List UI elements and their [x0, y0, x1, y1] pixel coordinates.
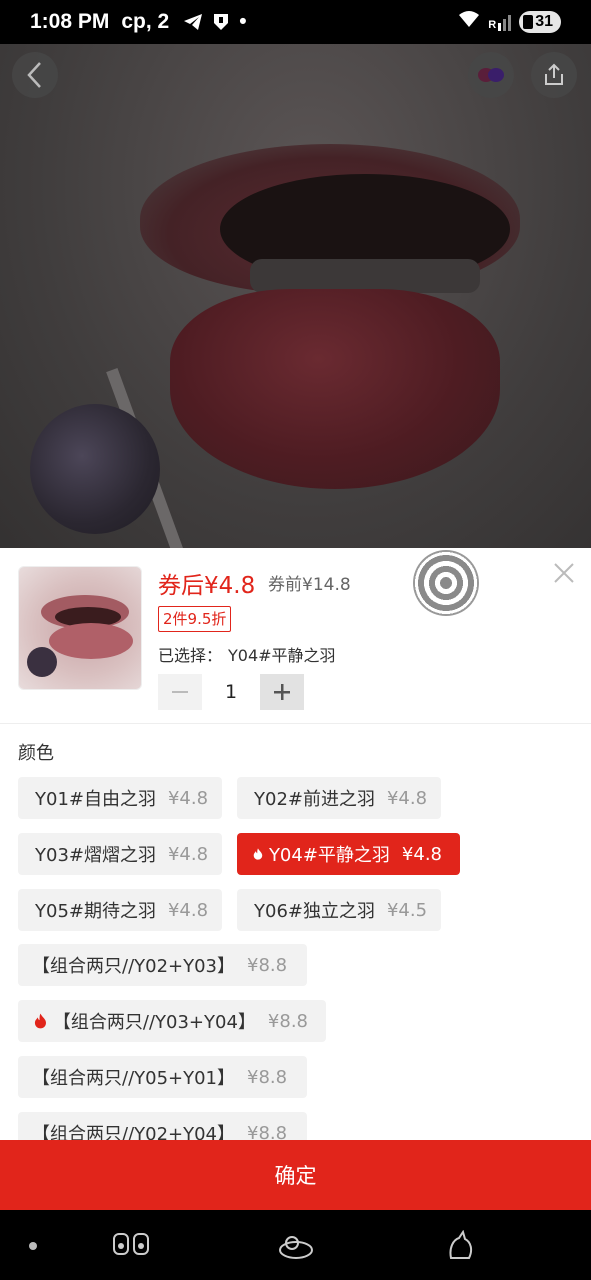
cat-bed-icon[interactable] — [278, 1230, 314, 1260]
option-y02[interactable]: Y02#前进之羽 ¥4.8 — [237, 777, 441, 819]
roaming-label: R — [488, 19, 497, 31]
quantity-value[interactable]: 1 — [202, 681, 260, 703]
paws-icon[interactable] — [112, 1230, 149, 1260]
price-before-coupon: 券前¥14.8 — [268, 575, 351, 595]
chevron-left-icon — [27, 62, 41, 88]
option-name: Y03#熠熠之羽 — [35, 845, 156, 866]
option-combo-y05-y01[interactable]: 【组合两只//Y05+Y01】 ¥8.8 — [18, 1056, 307, 1098]
option-name: Y05#期待之羽 — [35, 901, 156, 922]
option-combo-y03-y04[interactable]: 【组合两只//Y03+Y04】 ¥8.8 — [18, 1000, 326, 1042]
option-price: ¥4.8 — [386, 787, 428, 809]
option-name: Y04#平静之羽 — [268, 845, 390, 866]
selected-value: Y04#平静之羽 — [228, 646, 336, 665]
telegram-icon — [183, 13, 203, 31]
status-carrier: cp, 2 — [121, 10, 170, 33]
back-button[interactable] — [12, 52, 58, 98]
status-dot: • — [239, 10, 247, 33]
color-section-label: 颜色 — [18, 743, 54, 764]
divider — [0, 723, 591, 724]
option-price: ¥4.5 — [386, 899, 428, 921]
product-thumbnail — [18, 566, 142, 690]
option-y01[interactable]: Y01#自由之羽 ¥4.8 — [18, 777, 222, 819]
option-price: ¥8.8 — [247, 954, 288, 976]
option-name: Y02#前进之羽 — [254, 789, 375, 810]
option-y06[interactable]: Y06#独立之羽 ¥4.5 — [237, 889, 441, 931]
cat-icon[interactable] — [445, 1229, 481, 1260]
share-icon — [545, 63, 563, 85]
option-y04[interactable]: Y04#平静之羽 ¥4.8 — [237, 833, 460, 875]
option-name: 【组合两只//Y03+Y04】 — [52, 1012, 256, 1033]
bottom-nav — [0, 1210, 591, 1280]
option-name: 【组合两只//Y02+Y03】 — [32, 956, 236, 977]
decrease-button[interactable] — [158, 674, 202, 710]
flame-icon — [34, 1013, 46, 1029]
minus-icon — [172, 691, 188, 693]
nav-dot — [29, 1242, 37, 1250]
promo-badge: 2件9.5折 — [158, 606, 232, 632]
option-name: Y06#独立之羽 — [254, 901, 375, 922]
product-image — [0, 44, 591, 548]
selected-variant: 已选择： Y04#平静之羽 — [158, 642, 336, 666]
option-combo-y02-y03[interactable]: 【组合两只//Y02+Y03】 ¥8.8 — [18, 944, 307, 986]
confirm-button[interactable]: 确定 — [0, 1140, 591, 1210]
flame-icon — [253, 848, 263, 860]
signal-icon: R — [488, 13, 512, 31]
plus-icon — [274, 684, 290, 700]
increase-button[interactable] — [260, 674, 304, 710]
option-price: ¥8.8 — [267, 1010, 308, 1032]
shield-notification-icon — [213, 13, 229, 31]
option-price: ¥4.8 — [167, 787, 209, 809]
option-price: ¥4.8 — [167, 899, 209, 921]
option-name: Y01#自由之羽 — [35, 789, 156, 810]
option-name: 【组合两只//Y05+Y01】 — [32, 1068, 236, 1089]
option-y05[interactable]: Y05#期待之羽 ¥4.8 — [18, 889, 222, 931]
status-indicators: R 31 — [458, 0, 561, 44]
close-icon — [554, 563, 574, 583]
status-time: 1:08 PM — [30, 10, 110, 33]
option-y03[interactable]: Y03#熠熠之羽 ¥4.8 — [18, 833, 222, 875]
sku-selector-sheet: 券后¥4.8 券前¥14.8 2件9.5折 已选择： Y04#平静之羽 1 颜色 … — [0, 548, 591, 1210]
live-button[interactable] — [468, 52, 514, 98]
option-price: ¥4.8 — [167, 843, 209, 865]
battery-indicator: 31 — [519, 11, 561, 33]
price-after-coupon: 券后¥4.8 — [158, 573, 256, 599]
quantity-stepper: 1 — [158, 674, 304, 710]
close-button[interactable] — [553, 560, 575, 590]
status-bar: 1:08 PM cp, 2 • R 31 — [0, 0, 591, 44]
wifi-icon — [458, 10, 480, 34]
share-button[interactable] — [531, 52, 577, 98]
live-icon — [478, 68, 504, 82]
option-price: ¥8.8 — [247, 1066, 288, 1088]
target-icon[interactable] — [413, 550, 479, 616]
selected-label: 已选择： — [158, 646, 223, 665]
option-price: ¥4.8 — [401, 843, 442, 865]
battery-level: 31 — [535, 13, 553, 30]
